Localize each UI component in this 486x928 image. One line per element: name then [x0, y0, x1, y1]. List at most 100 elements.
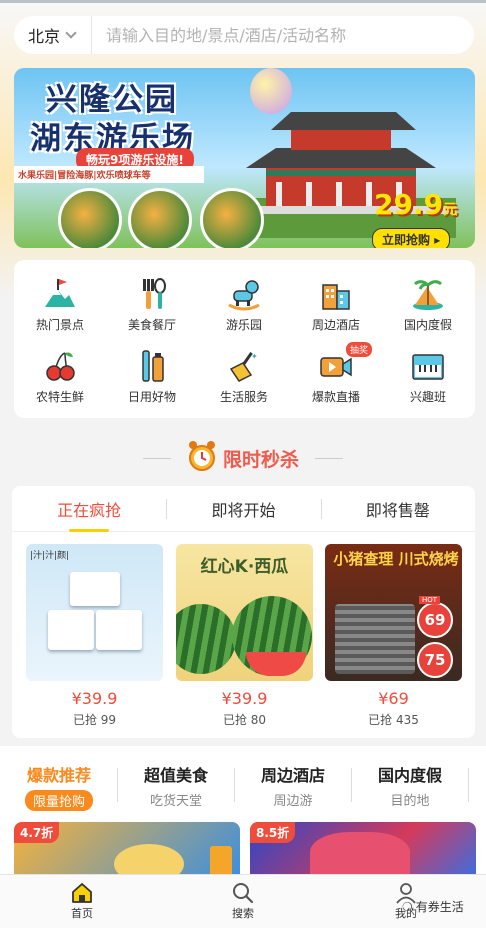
category-daily-goods[interactable]: 日用好物 [106, 348, 198, 412]
category-hot-attractions[interactable]: 热门景点 [14, 276, 106, 340]
nav-label: 首页 [71, 907, 93, 920]
tab-subtitle: 吃货天堂 [149, 794, 202, 809]
category-label: 美食餐厅 [127, 318, 176, 332]
product-image-text: 红心K·西瓜 [200, 557, 289, 577]
recommend-tabs: 爆款推荐 限量抢购 超值美食 吃货天堂 周边酒店 周边游 国内度假 目的地 [0, 746, 486, 814]
piano-icon [410, 348, 446, 384]
category-nearby-hotels[interactable]: 周边酒店 [290, 276, 382, 340]
flash-sale-tabs: 正在疯抢 即将开始 即将售罄 [12, 486, 475, 532]
banner-price: 29.9元 [374, 188, 458, 221]
search-bar: 北京 [14, 16, 474, 54]
tab-title: 周边酒店 [260, 766, 325, 785]
rocking-horse-icon [226, 276, 262, 312]
cherry-icon [42, 348, 78, 384]
category-label: 周边酒店 [311, 318, 360, 332]
wechat-icon: ❍ [402, 899, 413, 914]
divider [234, 768, 235, 802]
nav-search[interactable]: 搜索 [203, 881, 283, 921]
discount-badge: 4.7折 [14, 822, 60, 843]
category-grid: 热门景点 美食餐厅 游乐园 周边酒店 国内度假 农特生鲜 日用好物 ✦ 生活服务… [14, 260, 475, 418]
divider [117, 768, 118, 802]
category-amusement-park[interactable]: 游乐园 [198, 276, 290, 340]
product-card[interactable]: 小猪查理 川式烧烤 69 75 HOT ¥69 已抢 435 [325, 544, 462, 728]
product-image: 红心K·西瓜 [176, 544, 313, 681]
hot-label: HOT [419, 596, 441, 604]
discount-badge: 8.5折 [250, 822, 296, 843]
product-card[interactable]: 红心K·西瓜 ¥39.9 已抢 80 [176, 544, 313, 728]
flash-sale-header: 限时秒杀 [0, 440, 486, 476]
ride-photo [128, 188, 192, 248]
tab-nearby-hotels[interactable]: 周边酒店 周边游 [238, 762, 348, 809]
home-icon [69, 881, 95, 905]
category-interest-class[interactable]: 兴趣班 [382, 348, 474, 412]
product-sold-count: 已抢 80 [222, 713, 267, 727]
tab-title: 爆款推荐 [26, 766, 91, 785]
tab-upcoming[interactable]: 即将开始 [166, 486, 320, 531]
tab-subtitle: 目的地 [390, 794, 430, 809]
category-label: 国内度假 [403, 318, 452, 332]
category-restaurants[interactable]: 美食餐厅 [106, 276, 198, 340]
tab-hot-recommend[interactable]: 爆款推荐 限量抢购 [4, 762, 114, 811]
svg-text:✦: ✦ [251, 352, 258, 361]
alarm-clock-icon [187, 439, 217, 477]
chevron-down-icon [65, 26, 77, 39]
divider [315, 457, 343, 459]
status-strip [0, 0, 486, 3]
promo-banner[interactable]: 兴隆公园 湖东游乐场 畅玩9项游乐设施! 水果乐园|冒险海豚|欢乐喷球车等 29… [14, 68, 475, 248]
price-badge: 75 [417, 642, 453, 678]
product-image: |汁|汁|颜| [26, 544, 163, 681]
watermark: ❍ 有券生活 [402, 898, 464, 915]
product-price: ¥39.9 [71, 689, 118, 708]
category-label: 生活服务 [219, 390, 268, 404]
category-label: 游乐园 [225, 318, 262, 332]
tab-subtitle: 限量抢购 [24, 790, 93, 811]
ride-photo [200, 188, 264, 248]
product-price: ¥39.9 [221, 689, 268, 708]
category-fresh-produce[interactable]: 农特生鲜 [14, 348, 106, 412]
divider [351, 768, 352, 802]
tab-title: 超值美食 [143, 766, 208, 785]
tab-grabbing[interactable]: 正在疯抢 [12, 486, 166, 532]
city-label: 北京 [28, 27, 61, 46]
category-life-services[interactable]: ✦ 生活服务 [198, 348, 290, 412]
ride-photo [58, 188, 122, 248]
flash-sale-title: 限时秒杀 [222, 448, 299, 471]
watermark-text: 有券生活 [415, 900, 464, 914]
category-label: 热门景点 [35, 318, 84, 332]
recommend-cards: 4.7折 8.5折 [0, 814, 486, 878]
city-selector[interactable]: 北京 [14, 16, 92, 54]
product-card[interactable]: |汁|汁|颜| ¥39.9 已抢 99 [26, 544, 163, 728]
category-hot-livestream[interactable]: 抽奖 爆款直播 [290, 342, 382, 412]
product-price: ¥69 [378, 689, 409, 708]
search-input[interactable] [92, 16, 474, 54]
divider [142, 457, 171, 459]
category-domestic-vacation[interactable]: 国内度假 [382, 276, 474, 340]
tab-subtitle: 周边游 [273, 794, 313, 809]
tab-title: 国内度假 [377, 766, 442, 785]
price-badge: 69 [417, 602, 453, 638]
nav-label: 搜索 [232, 907, 254, 920]
flash-sale-panel: 正在疯抢 即将开始 即将售罄 |汁|汁|颜| ¥39.9 已抢 99 红心K·西… [12, 486, 475, 738]
tab-domestic-vacation[interactable]: 国内度假 目的地 [355, 762, 465, 809]
buildings-icon [318, 276, 354, 312]
search-icon [230, 881, 256, 905]
tab-great-food[interactable]: 超值美食 吃货天堂 [121, 762, 231, 809]
divider [468, 768, 469, 802]
product-image-text: 小猪查理 川式烧烤 [333, 550, 459, 568]
fork-spoon-icon [134, 276, 170, 312]
buy-now-button[interactable]: 立即抢购 ▸ [372, 228, 451, 248]
deal-card[interactable]: 8.5折 [250, 822, 476, 878]
category-label: 爆款直播 [311, 390, 360, 404]
toothbrush-icon [134, 348, 170, 384]
category-label: 日用好物 [127, 390, 176, 404]
product-image-text: |汁|汁|颜| [30, 551, 70, 561]
mountain-flag-icon [42, 276, 78, 312]
tab-selling-out[interactable]: 即将售罄 [320, 486, 475, 531]
banner-subtitle: 水果乐园|冒险海豚|欢乐喷球车等 [14, 166, 204, 183]
lottery-badge: 抽奖 [346, 342, 373, 357]
deal-card[interactable]: 4.7折 [14, 822, 240, 878]
nav-home[interactable]: 首页 [42, 881, 122, 921]
category-label: 兴趣班 [409, 390, 446, 404]
product-image: 小猪查理 川式烧烤 69 75 HOT [325, 544, 462, 681]
product-sold-count: 已抢 435 [368, 713, 419, 727]
